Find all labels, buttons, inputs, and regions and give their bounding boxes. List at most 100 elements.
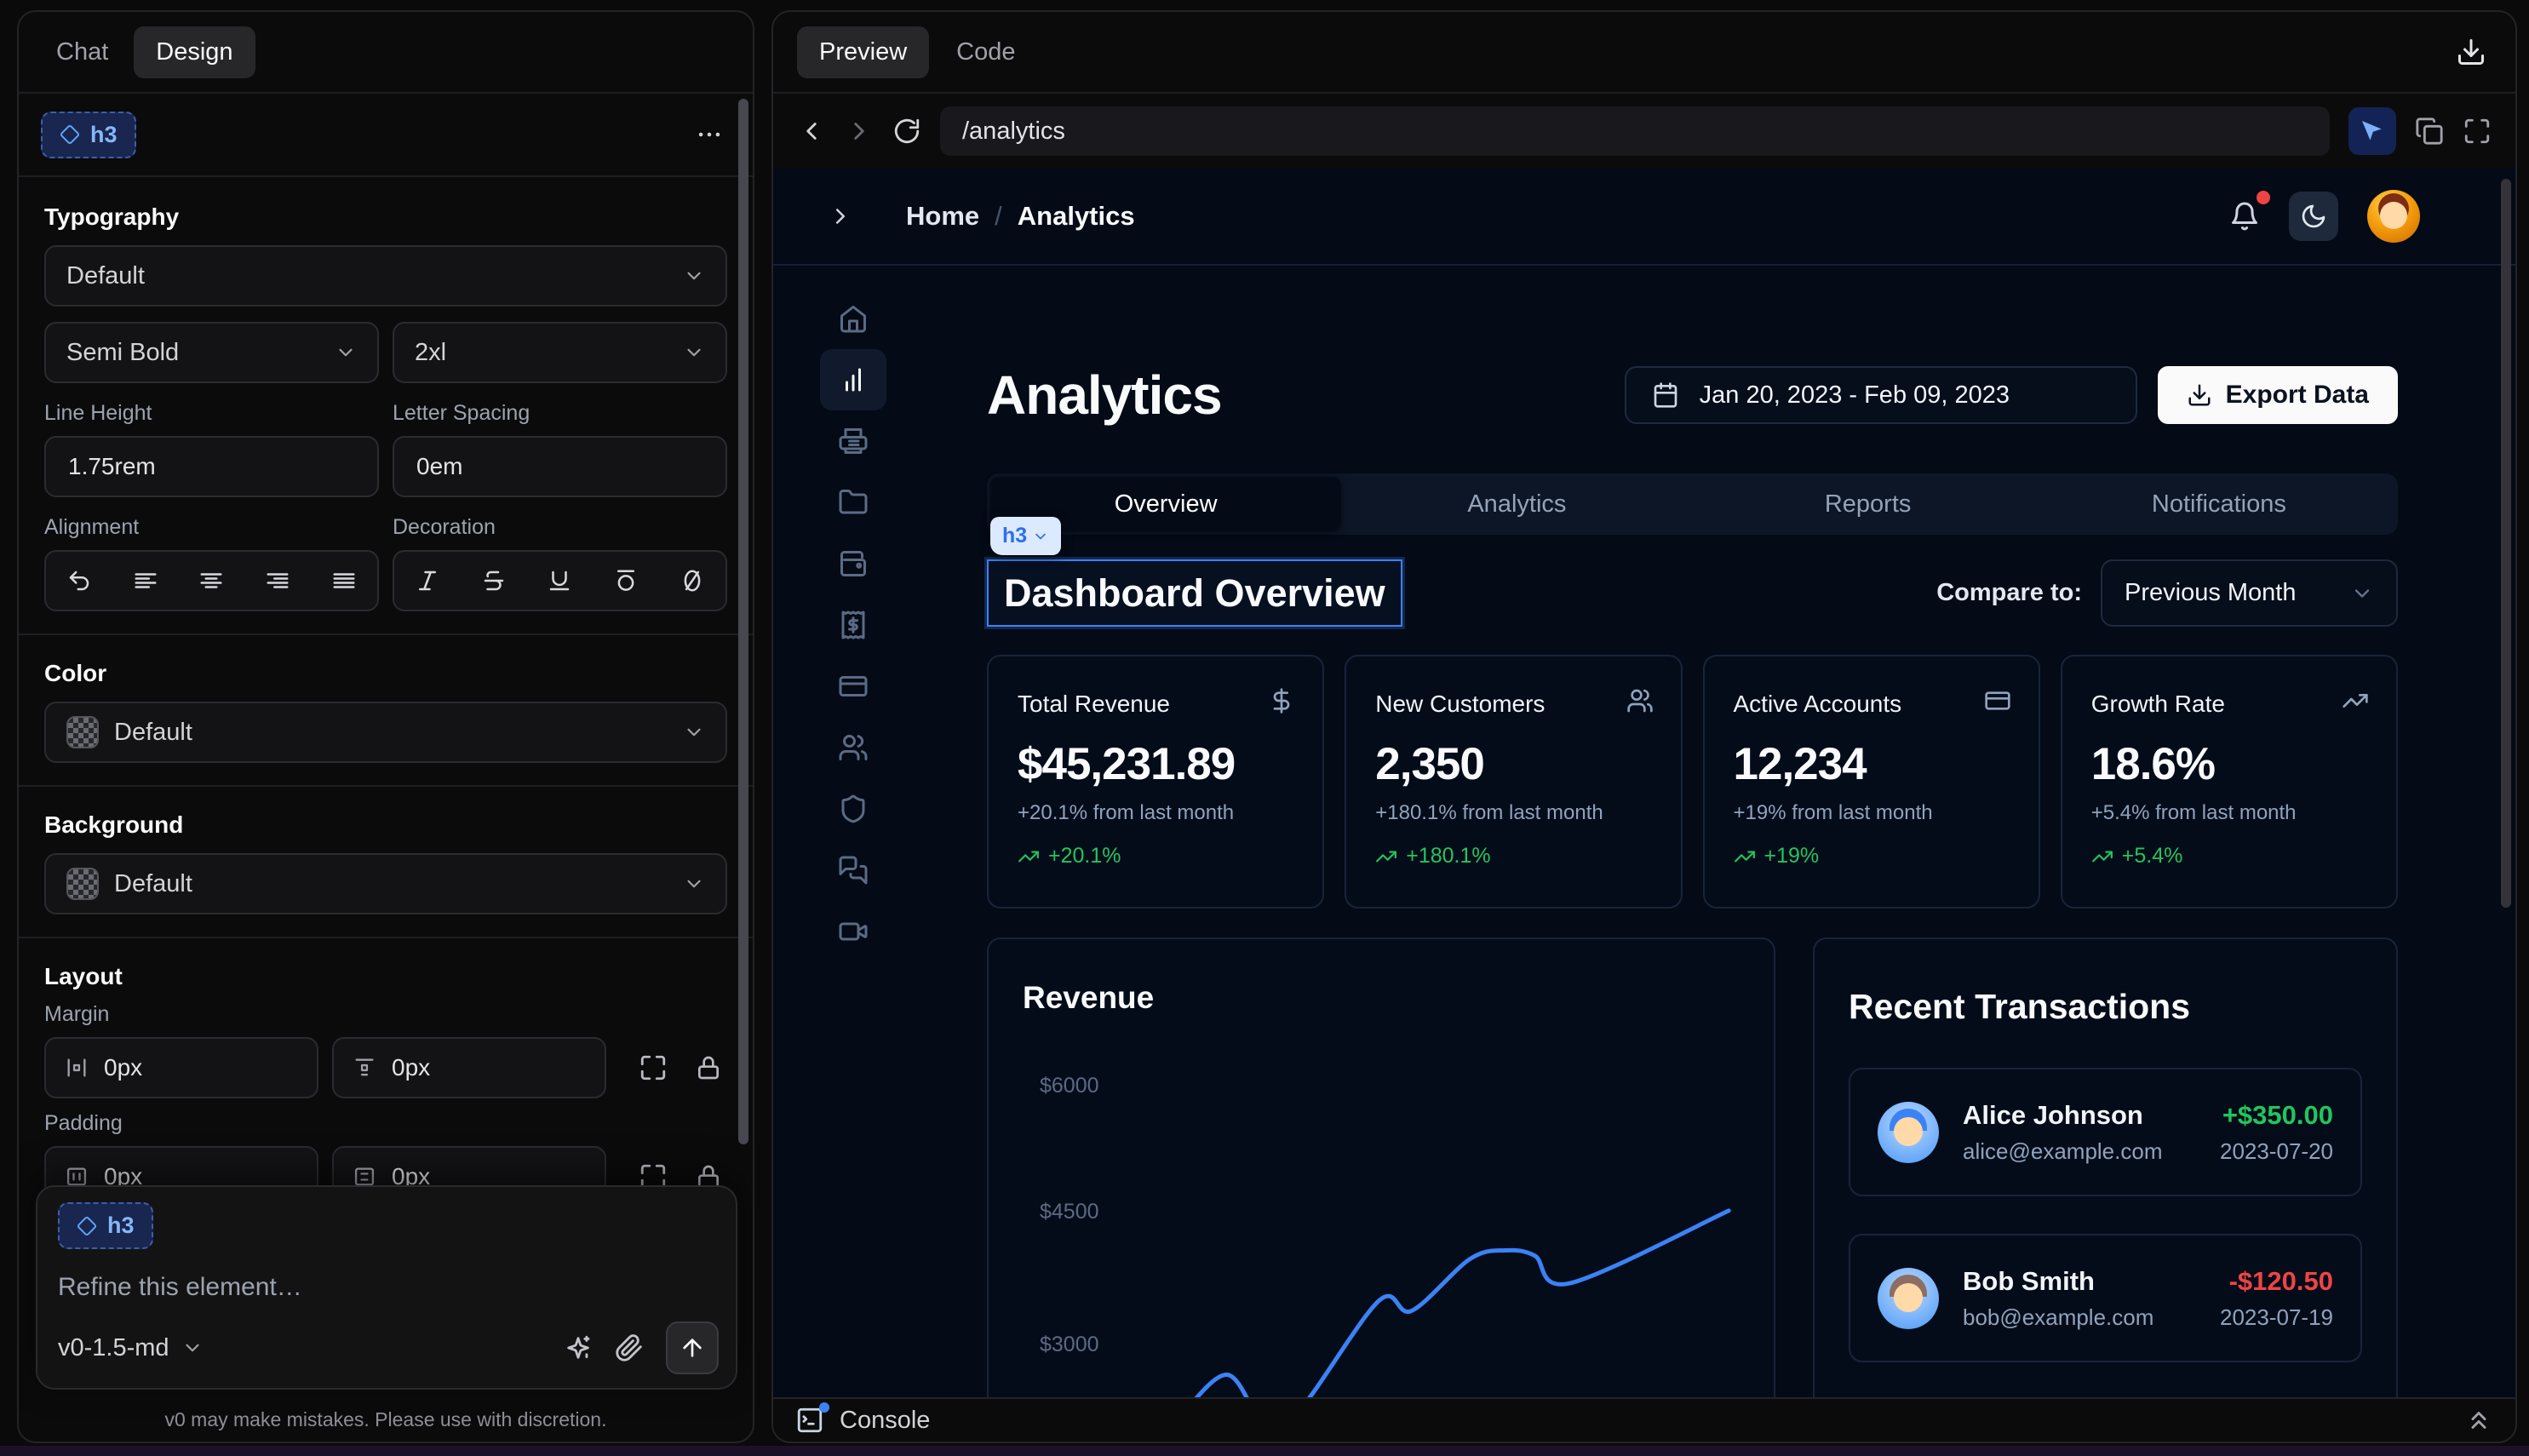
margin-x-input[interactable]: 0px <box>44 1037 318 1098</box>
breadcrumb-home[interactable]: Home <box>906 201 979 232</box>
left-panel-scrollbar[interactable] <box>738 99 748 1144</box>
export-data-button[interactable]: Export Data <box>2158 366 2398 424</box>
sidebar-item-wallet[interactable] <box>820 533 886 594</box>
margin-y-input[interactable]: 0px <box>332 1037 606 1098</box>
diamond-icon <box>60 124 80 145</box>
theme-toggle-button[interactable] <box>2289 192 2338 241</box>
metric-card-growth-rate[interactable]: Growth Rate 18.6% +5.4% from last month … <box>2061 655 2398 909</box>
sidebar-item-invoices[interactable] <box>820 410 886 472</box>
download-button[interactable] <box>2451 32 2492 72</box>
inspect-select-button[interactable] <box>2348 107 2396 155</box>
app-header: Home / Analytics <box>773 169 2515 266</box>
sidebar-item-video[interactable] <box>820 901 886 962</box>
paperclip-icon[interactable] <box>615 1333 644 1362</box>
margin-lock-icon[interactable] <box>695 1054 722 1081</box>
chevron-down-icon <box>181 1337 204 1359</box>
transaction-amount: -$120.50 <box>2220 1266 2333 1297</box>
breadcrumb-current: Analytics <box>1018 201 1135 232</box>
fullscreen-icon[interactable] <box>2463 117 2492 146</box>
back-icon[interactable] <box>797 117 826 146</box>
metric-card-active-accounts[interactable]: Active Accounts 12,234 +19% from last mo… <box>1703 655 2040 909</box>
url-input[interactable]: /analytics <box>940 106 2330 156</box>
chevron-down-icon <box>2350 582 2374 605</box>
dollar-sign-icon <box>1268 687 1295 714</box>
model-selector[interactable]: v0-1.5-md <box>58 1334 204 1362</box>
tab-analytics[interactable]: Analytics <box>1341 477 1692 531</box>
undo-icon[interactable] <box>66 568 92 593</box>
align-right-icon[interactable] <box>265 568 290 593</box>
underline-icon[interactable] <box>547 568 572 593</box>
no-decoration-icon[interactable] <box>680 568 705 593</box>
compare-select[interactable]: Previous Month <box>2101 559 2398 627</box>
metric-title: Total Revenue <box>1018 691 1293 718</box>
messages-icon <box>838 855 869 886</box>
sidebar-item-security[interactable] <box>820 778 886 840</box>
font-family-value: Default <box>66 262 145 290</box>
date-range-picker[interactable]: Jan 20, 2023 - Feb 09, 2023 <box>1625 366 2137 424</box>
background-select[interactable]: Default <box>44 853 727 914</box>
console-bar[interactable]: Console <box>773 1397 2515 1442</box>
notifications-button[interactable] <box>2229 201 2260 232</box>
tab-chat[interactable]: Chat <box>39 26 125 78</box>
inspected-element-label: h3 <box>1002 524 1027 548</box>
send-button[interactable] <box>666 1321 719 1374</box>
trending-up-icon <box>2342 687 2369 714</box>
color-select[interactable]: Default <box>44 702 727 763</box>
line-height-input[interactable]: 1.75rem <box>44 436 379 497</box>
sidebar-item-customers[interactable] <box>820 717 886 778</box>
font-weight-select[interactable]: Semi Bold <box>44 322 379 383</box>
browser-toolbar: /analytics <box>773 94 2515 169</box>
sidebar-item-files[interactable] <box>820 472 886 533</box>
tab-design[interactable]: Design <box>134 26 255 78</box>
copy-icon[interactable] <box>2415 117 2444 146</box>
inspected-element-tag[interactable]: h3 <box>990 517 1061 555</box>
sidebar-item-messages[interactable] <box>820 840 886 901</box>
chevron-down-icon <box>335 341 357 364</box>
sidebar-item-home[interactable] <box>820 288 886 349</box>
selected-heading[interactable]: Dashboard Overview <box>987 559 1402 627</box>
strikethrough-icon[interactable] <box>481 568 507 593</box>
sidebar-item-cards[interactable] <box>820 656 886 717</box>
credit-card-icon <box>838 671 869 702</box>
font-size-select[interactable]: 2xl <box>393 322 727 383</box>
refresh-icon[interactable] <box>892 117 921 146</box>
arrow-up-icon <box>679 1334 706 1361</box>
transaction-row[interactable]: Alice Johnson alice@example.com +$350.00… <box>1849 1068 2362 1196</box>
align-center-icon[interactable] <box>198 568 224 593</box>
selected-element-row: h3 <box>19 94 753 177</box>
transaction-amount: +$350.00 <box>2220 1100 2333 1131</box>
margin-expand-icon[interactable] <box>639 1053 668 1082</box>
selected-element-chip[interactable]: h3 <box>41 112 136 158</box>
align-left-icon[interactable] <box>133 568 158 593</box>
breadcrumb: Home / Analytics <box>906 201 1135 232</box>
metric-card-total-revenue[interactable]: Total Revenue $45,231.89 +20.1% from las… <box>987 655 1324 909</box>
sidebar-item-receipts[interactable] <box>820 594 886 656</box>
preview-panel: Preview Code /analytics Home / Analytics <box>771 10 2517 1443</box>
sparkles-icon[interactable] <box>564 1333 593 1362</box>
font-family-select[interactable]: Default <box>44 245 727 307</box>
tab-notifications[interactable]: Notifications <box>2044 477 2394 531</box>
chevrons-up-icon[interactable] <box>2464 1406 2493 1435</box>
home-icon <box>838 303 869 334</box>
overline-icon[interactable] <box>613 568 639 593</box>
sidebar-toggle-icon[interactable] <box>828 203 853 229</box>
forward-icon[interactable] <box>845 117 874 146</box>
download-icon <box>2456 37 2486 67</box>
chat-input[interactable]: Refine this element… <box>58 1273 715 1302</box>
tab-reports[interactable]: Reports <box>1693 477 2044 531</box>
sidebar-item-analytics[interactable] <box>820 349 886 410</box>
italic-icon[interactable] <box>415 568 440 593</box>
chat-element-chip[interactable]: h3 <box>58 1202 153 1249</box>
transaction-row[interactable]: Bob Smith bob@example.com -$120.50 2023-… <box>1849 1234 2362 1362</box>
tab-code[interactable]: Code <box>939 26 1032 78</box>
line-height-label: Line Height <box>44 402 379 424</box>
alignment-label: Alignment <box>44 516 379 538</box>
element-menu-button[interactable] <box>688 113 731 156</box>
align-justify-icon[interactable] <box>331 568 357 593</box>
recent-transactions-card: Recent Transactions Alice Johnson alice@… <box>1813 937 2398 1401</box>
preview-scrollbar[interactable] <box>2501 179 2511 908</box>
user-avatar[interactable] <box>2367 190 2420 243</box>
letter-spacing-input[interactable]: 0em <box>393 436 727 497</box>
tab-preview[interactable]: Preview <box>797 26 929 78</box>
metric-card-new-customers[interactable]: New Customers 2,350 +180.1% from last mo… <box>1345 655 1682 909</box>
